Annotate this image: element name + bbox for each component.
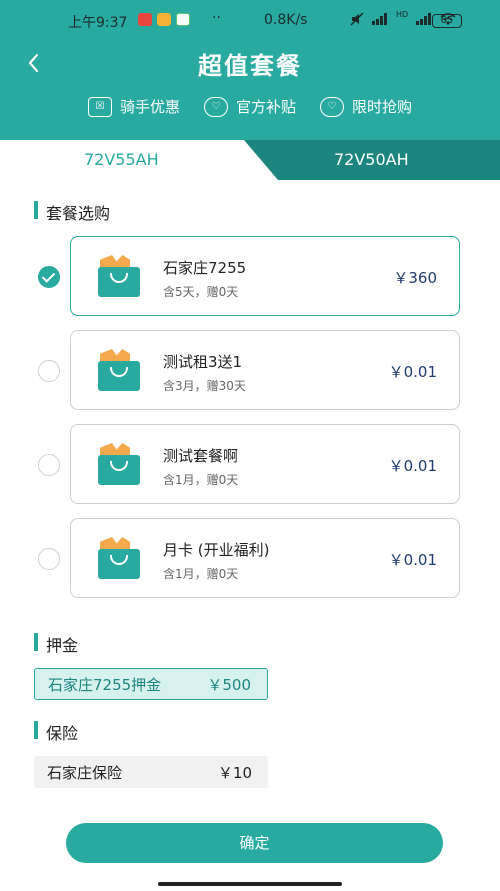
status-bar: 上午9:37 ·· 0.8K/s HD 65 [0, 0, 500, 40]
heart-icon: ♡ [203, 96, 228, 117]
tab-72v55ah[interactable]: 72V55AH [84, 150, 159, 169]
package-price: ￥0.01 [388, 457, 437, 475]
promo-rider-discount[interactable]: ☒ 骑手优惠 [87, 96, 180, 117]
package-radio[interactable] [38, 266, 60, 288]
shopping-bag-icon [98, 537, 140, 581]
deposit-label: 石家庄7255押金 [48, 675, 162, 694]
shopping-bag-icon [98, 255, 140, 299]
promo-official-subsidy[interactable]: ♡ 官方补贴 [203, 96, 296, 117]
promo-label: 骑手优惠 [119, 98, 180, 116]
tab-72v50ah[interactable]: 72V50AH [334, 150, 409, 169]
package-radio[interactable] [38, 548, 60, 570]
network-speed: 0.8K/s [264, 12, 308, 28]
package-card[interactable]: 石家庄7255 含5天，赠0天 ￥360 [70, 236, 460, 316]
package-name: 测试套餐啊 [163, 447, 239, 465]
package-duration: 含3月，赠30天 [163, 379, 246, 393]
package-name: 石家庄7255 [163, 259, 247, 277]
status-app-icons [138, 13, 190, 26]
deposit-option[interactable]: 石家庄7255押金 ￥500 [34, 668, 268, 700]
package-duration: 含1月，赠0天 [163, 567, 239, 581]
section-title-insurance: 保险 [34, 720, 78, 744]
home-indicator[interactable] [158, 882, 342, 886]
package-radio[interactable] [38, 360, 60, 382]
package-price: ￥360 [393, 269, 437, 287]
promo-flash-sale[interactable]: ♡ 限时抢购 [320, 96, 412, 117]
confirm-button[interactable]: 确定 [66, 823, 443, 863]
package-name: 月卡 (开业福利) [163, 541, 270, 559]
package-card[interactable]: 测试租3送1 含3月，赠30天 ￥0.01 [70, 330, 460, 410]
package-duration: 含1月，赠0天 [163, 473, 239, 487]
promo-label: 限时抢购 [352, 98, 413, 116]
status-more-dots: ·· [212, 10, 221, 26]
status-time: 上午9:37 [68, 15, 128, 31]
insurance-price: ￥10 [217, 763, 252, 782]
insurance-option[interactable]: 石家庄保险 ￥10 [34, 756, 268, 788]
notification-app-icon [176, 13, 190, 26]
section-title-packages: 套餐选购 [34, 200, 110, 224]
shopping-bag-icon [98, 349, 140, 393]
promo-bar: ☒ 骑手优惠 ♡ 官方补贴 ♡ 限时抢购 [0, 96, 500, 117]
promo-label: 官方补贴 [235, 98, 296, 116]
package-duration: 含5天，赠0天 [163, 285, 239, 299]
signal-icon [372, 13, 387, 25]
mute-icon [350, 12, 364, 26]
package-card[interactable]: 测试套餐啊 含1月，赠0天 ￥0.01 [70, 424, 460, 504]
signal-icon [416, 13, 432, 25]
package-price: ￥0.01 [388, 363, 437, 381]
heart-icon: ♡ [320, 96, 344, 117]
package-price: ￥0.01 [388, 551, 437, 569]
shopping-bag-icon [98, 443, 140, 487]
battery-tabs: 72V55AH 72V50AH [0, 140, 500, 180]
package-card[interactable]: 月卡 (开业福利) 含1月，赠0天 ￥0.01 [70, 518, 460, 598]
battery-icon: 65 [432, 14, 462, 28]
insurance-label: 石家庄保险 [47, 763, 123, 782]
deposit-price: ￥500 [207, 675, 251, 694]
page-title: 超值套餐 [198, 52, 302, 80]
section-title-deposit: 押金 [34, 632, 78, 656]
hd-badge: HD [396, 9, 409, 19]
package-radio[interactable] [38, 454, 60, 476]
ticket-icon: ☒ [87, 96, 112, 117]
package-name: 测试租3送1 [163, 353, 243, 371]
notification-app-icon [157, 13, 171, 26]
header: 上午9:37 ·· 0.8K/s HD 65 超值套餐 ☒ 骑手优惠 ♡ 官方补… [0, 0, 500, 140]
notification-app-icon [138, 13, 152, 26]
